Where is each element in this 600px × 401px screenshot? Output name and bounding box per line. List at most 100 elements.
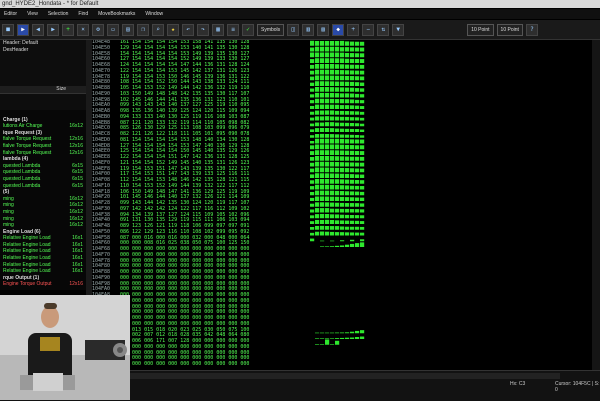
back-icon[interactable]: ◀ <box>32 23 44 36</box>
tree-category[interactable]: Engine Load (6) <box>0 229 86 236</box>
tree-item[interactable]: ming 16x12 <box>0 209 86 216</box>
byte-bar <box>350 58 355 63</box>
byte-bar <box>360 162 365 167</box>
zoom-in-icon[interactable]: + <box>347 23 360 36</box>
forward-icon[interactable]: ▶ <box>47 23 59 36</box>
menu-editor[interactable]: Editor <box>4 11 17 17</box>
byte-bar <box>320 46 325 52</box>
folder-icon[interactable]: ▭ <box>107 23 119 36</box>
tree-item[interactable]: fialve Torque Request 12x16 <box>0 136 86 143</box>
tree-item-label: Charge (1) <box>3 116 28 123</box>
byte-bar <box>310 151 315 155</box>
tree-item[interactable]: fialve Torque Request 12x16 <box>0 150 86 157</box>
desheader-field[interactable]: DesHeader <box>0 47 86 54</box>
tree-item[interactable]: quested Lambda 6x15 <box>0 169 86 176</box>
tree-item[interactable]: fialve Torque Request 12x16 <box>0 143 86 150</box>
tree-item[interactable]: lutions Air Charge 16x12 <box>0 123 86 130</box>
byte-bar <box>360 180 365 184</box>
byte-bar <box>330 116 335 121</box>
byte-bar <box>335 116 340 121</box>
bookmark-icon[interactable]: ★ <box>167 23 179 36</box>
byte-bar <box>340 52 345 58</box>
settings-icon[interactable]: ⚙ <box>92 23 104 36</box>
menu-selection[interactable]: Selection <box>48 11 69 17</box>
font-size-select-b[interactable]: 10 Point <box>496 23 523 36</box>
delete-icon[interactable]: × <box>77 23 89 36</box>
tree-category[interactable]: rque Output (1) <box>0 275 86 282</box>
byte-bar <box>325 40 330 46</box>
help-icon[interactable]: ? <box>525 23 538 36</box>
list-icon[interactable]: ≡ <box>227 23 239 36</box>
menu-find[interactable]: Find <box>78 11 88 17</box>
byte-bar <box>340 337 345 339</box>
save-icon[interactable]: ▤ <box>122 23 134 36</box>
play-icon[interactable]: ▶ <box>17 23 29 36</box>
tree-item[interactable]: Relative Engine Load 16x1 <box>0 268 86 275</box>
byte-bar <box>340 156 345 161</box>
tree-item[interactable] <box>0 110 86 117</box>
byte-bar <box>355 139 360 144</box>
byte-bar <box>350 185 355 190</box>
tree-category[interactable]: lambda (4) <box>0 156 86 163</box>
stop-icon[interactable]: ■ <box>2 23 14 36</box>
tree-category[interactable]: ique Request (3) <box>0 130 86 137</box>
byte-bar <box>355 220 360 224</box>
menu-view[interactable]: View <box>27 11 38 17</box>
byte-bar <box>345 87 350 92</box>
zoom-out-icon[interactable]: − <box>362 23 375 36</box>
horizontal-scrollbar[interactable] <box>130 373 560 379</box>
check-icon[interactable]: ✓ <box>242 23 254 36</box>
byte-bar <box>320 127 325 132</box>
header-field[interactable]: Header: Default <box>0 40 86 47</box>
menu-window[interactable]: Window <box>145 11 163 17</box>
byte-bar <box>345 81 350 86</box>
byte-bar <box>330 167 335 173</box>
byte-bar <box>310 100 315 104</box>
view-3d-icon[interactable]: ◆ <box>332 23 345 36</box>
byte-bar <box>360 168 365 173</box>
tree-category[interactable]: Charge (1) <box>0 117 86 124</box>
undo-icon[interactable]: ↶ <box>182 23 194 36</box>
byte-bar <box>315 231 320 236</box>
byte-bar <box>340 64 345 69</box>
tree-item-label: fialve Torque Request <box>3 142 52 149</box>
tree-item[interactable]: Relative Engine Load 16x1 <box>0 248 86 255</box>
menu-movebookmarks[interactable]: MoveBookmarks <box>98 11 135 17</box>
byte-bar <box>325 202 330 207</box>
tree-item[interactable]: Relative Engine Load 16x1 <box>0 255 86 262</box>
tree-item[interactable]: quested Lambda 6x15 <box>0 163 86 170</box>
tree-item[interactable]: Engine Torque Output 12x16 <box>0 281 86 288</box>
tree-item[interactable]: ming 16x12 <box>0 216 86 223</box>
byte-bar <box>310 94 315 98</box>
tree-item[interactable]: Relative Engine Load 16x1 <box>0 235 86 242</box>
tree-item[interactable]: ming 16x12 <box>0 202 86 209</box>
redo-icon[interactable]: ↷ <box>197 23 209 36</box>
vertical-scrollbar[interactable] <box>592 40 600 370</box>
tree-category[interactable]: (5) <box>0 189 86 196</box>
byte-bar <box>345 203 350 207</box>
copy-icon[interactable]: ❐ <box>137 23 149 36</box>
search-icon[interactable]: ⌕ <box>152 23 164 36</box>
tree-item[interactable]: Relative Engine Load 16x1 <box>0 242 86 249</box>
byte-bar <box>345 70 350 75</box>
table-icon[interactable]: ▥ <box>302 23 315 36</box>
byte-bar <box>325 138 330 144</box>
sort-icon[interactable]: ⇅ <box>377 23 390 36</box>
filter-icon[interactable]: ▼ <box>392 23 405 36</box>
byte-bar <box>355 53 360 58</box>
add-icon[interactable]: + <box>62 23 74 36</box>
tree-item[interactable]: quested Lambda 6x15 <box>0 183 86 190</box>
tree-item[interactable]: ming 16x12 <box>0 222 86 229</box>
font-size-select-a[interactable]: 10 Point <box>467 23 494 36</box>
tree-item[interactable]: Relative Engine Load 16x1 <box>0 262 86 269</box>
visual-view[interactable] <box>302 40 600 370</box>
tree-item[interactable]: quested Lambda 6x15 <box>0 176 86 183</box>
byte-bar <box>330 128 335 132</box>
webcam-overlay <box>0 295 130 400</box>
grid-icon[interactable]: ▦ <box>212 23 224 36</box>
tree-item[interactable]: ming 16x12 <box>0 196 86 203</box>
symbols-button[interactable]: Symbols <box>257 23 285 36</box>
map-icon[interactable]: ▧ <box>317 23 330 36</box>
tree-item-label: Relative Engine Load <box>3 248 51 255</box>
chart-icon[interactable]: ◫ <box>287 23 300 36</box>
